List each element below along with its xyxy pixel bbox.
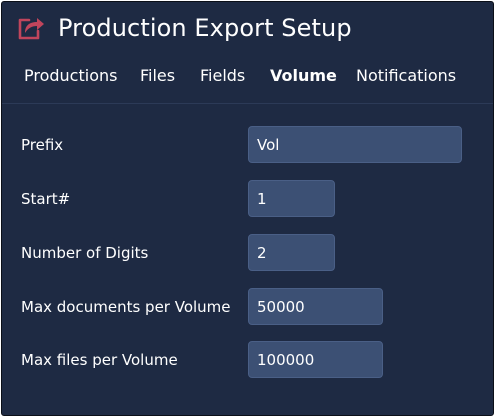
start-number-label: Start#: [21, 190, 71, 208]
number-of-digits-label: Number of Digits: [21, 244, 149, 262]
max-files-label: Max files per Volume: [21, 351, 178, 369]
prefix-label: Prefix: [21, 136, 64, 154]
header: Production Export Setup: [2, 2, 493, 54]
production-export-setup-window: Production Export Setup Productions File…: [1, 1, 494, 416]
prefix-input[interactable]: [248, 126, 462, 163]
start-number-input[interactable]: [248, 180, 335, 217]
page-title: Production Export Setup: [58, 14, 352, 42]
max-files-input[interactable]: [248, 341, 383, 378]
tab-files[interactable]: Files: [140, 62, 175, 90]
number-of-digits-input[interactable]: [248, 234, 335, 271]
max-documents-input[interactable]: [248, 288, 383, 325]
tab-volume[interactable]: Volume: [270, 62, 337, 90]
tab-fields[interactable]: Fields: [200, 62, 245, 90]
tab-bar: Productions Files Fields Volume Notifica…: [2, 62, 493, 92]
share-export-icon: [18, 18, 44, 40]
tab-productions[interactable]: Productions: [24, 62, 117, 90]
divider: [2, 103, 493, 104]
tab-notifications[interactable]: Notifications: [356, 62, 456, 90]
max-documents-label: Max documents per Volume: [21, 298, 231, 316]
